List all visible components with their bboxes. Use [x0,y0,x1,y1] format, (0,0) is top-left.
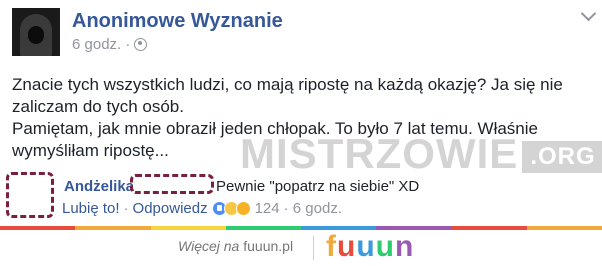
watermark-suffix: .ORG [522,140,602,173]
post-meta: 6 godz. · [72,36,148,53]
comment-author[interactable]: Andżelika [64,178,134,195]
reactions-count[interactable]: 124 [255,200,280,217]
post-time[interactable]: 6 godz. · [72,36,130,53]
page-name-link[interactable]: Anonimowe Wyznanie [72,10,283,33]
site-footer: Więcej na fuuun.pl fuuun [0,230,602,266]
post-text-line: Znacie tych wszystkich ludzi, co mają ri… [12,75,563,94]
reply-button[interactable]: Odpowiedz [133,200,208,217]
logo-letter: n [394,230,415,263]
fuuun-logo[interactable]: fuuun [326,230,414,264]
more-prefix: Więcej na [178,238,244,254]
reactions-summary[interactable] [211,201,251,216]
comment-avatar-redacted [6,172,54,218]
action-separator: · [123,200,129,217]
comment: Andżelika Pewnie "popatrz na siebie" XD … [0,170,602,226]
facebook-post: Anonimowe Wyznanie 6 godz. · Znacie tych… [0,0,602,228]
redacted-surname [130,174,214,194]
page-avatar[interactable] [12,8,60,56]
logo-letter: f [326,230,337,263]
footer-divider [313,236,314,260]
hooded-face-shadow [28,26,44,44]
more-site: fuuun.pl [243,238,294,254]
logo-letter: u [337,230,357,263]
post-text-line: zaliczam do tych osób. [12,97,184,116]
comment-actions: Lubię to! · Odpowiedz 124 · 6 godz. [62,200,342,217]
comment-text: Pewnie "popatrz na siebie" XD [216,178,420,195]
more-link[interactable]: Więcej na fuuun.pl [178,238,293,254]
wow-reaction-icon [235,201,251,216]
logo-letter: u [356,230,376,263]
chevron-down-icon[interactable] [580,5,597,22]
like-comment-button[interactable]: Lubię to! [62,200,120,217]
logo-letter: u [375,230,395,263]
comment-time[interactable]: · 6 godz. [284,200,342,217]
globe-icon [134,38,148,51]
